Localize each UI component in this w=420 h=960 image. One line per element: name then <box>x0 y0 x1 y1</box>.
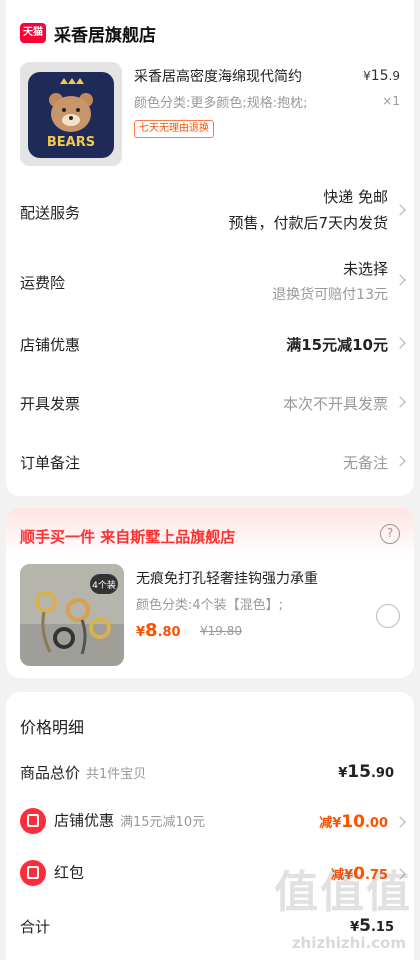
price-int: 15 <box>370 68 389 84</box>
shop-discount-amount: 减¥10.00 <box>319 812 388 832</box>
return-policy-tag: 七天无理由退换 <box>134 120 214 138</box>
amount-dec: .90 <box>370 766 394 781</box>
shop-header[interactable]: 天猫 采香居旗舰店 <box>20 20 156 46</box>
invoice-label: 开具发票 <box>20 395 81 413</box>
order-note-row[interactable]: 订单备注 无备注 <box>6 452 414 482</box>
price-symbol: ¥ <box>136 625 146 640</box>
price-detail-title: 价格明细 <box>20 718 85 737</box>
amount-dec: .00 <box>364 816 388 831</box>
insurance-status: 未选择 <box>342 260 388 278</box>
goods-total-text: 商品总价 <box>20 764 81 782</box>
goods-total-label: 商品总价 共1件宝贝 <box>20 762 146 783</box>
delivery-method: 快递 免邮 <box>323 188 388 206</box>
shop-discount-value: 满15元减10元 <box>286 336 388 354</box>
site-watermark: 值值值 <box>274 867 412 918</box>
product-spec[interactable]: 颜色分类:更多颜色;规格:抱枕; <box>134 92 349 111</box>
shop-discount-row[interactable]: 店铺优惠 满15元减10元 <box>6 334 414 364</box>
chevron-right-icon <box>394 274 406 286</box>
chevron-right-icon <box>394 337 406 349</box>
pillow-print-text: BEARS <box>47 135 95 150</box>
delivery-label: 配送服务 <box>20 204 81 222</box>
goods-total-count: 共1件宝贝 <box>86 767 147 782</box>
invoice-value: 本次不开具发票 <box>282 395 388 413</box>
help-icon[interactable]: ? <box>380 524 400 544</box>
add-on-original-price: ¥19.80 <box>200 624 242 638</box>
site-watermark-url: zhizhizhi.com <box>291 934 406 952</box>
shop-discount-detail-rule: 满15元减10元 <box>120 814 206 830</box>
shop-name[interactable]: 采香居旗舰店 <box>54 21 156 46</box>
chevron-right-icon <box>394 455 406 467</box>
shipping-insurance-row[interactable]: 运费险 未选择 退换货可赔付13元 <box>6 258 414 306</box>
order-note-value: 无备注 <box>342 454 388 472</box>
amount-symbol: ¥ <box>332 816 342 831</box>
product-price: ¥15.9 <box>363 68 400 84</box>
shop-icon <box>20 808 46 834</box>
product-qty: ×1 <box>382 94 400 108</box>
amount-int: 10 <box>341 812 365 832</box>
amount-symbol: ¥ <box>350 920 360 935</box>
shop-discount-detail-row[interactable]: 店铺优惠 满15元减10元 减¥10.00 <box>6 808 414 836</box>
add-on-deal-card: 顺手买一件 来自斯墅上品旗舰店 ? 4个装 无痕免打孔轻奢挂钩强力承重 颜色分类… <box>6 508 414 678</box>
pack-count-badge: 4个装 <box>92 579 116 591</box>
add-on-price: ¥8.80 <box>136 620 181 641</box>
price-dec: .80 <box>157 625 181 640</box>
chevron-right-icon <box>394 816 406 828</box>
goods-total-row: 商品总价 共1件宝贝 ¥15.90 <box>6 762 414 790</box>
delivery-row[interactable]: 配送服务 快递 免邮 预售，付款后7天内发货 <box>6 186 414 236</box>
amount-symbol: ¥ <box>338 766 348 781</box>
delivery-time: 预售，付款后7天内发货 <box>228 214 388 232</box>
shop-order-card: 天猫 采香居旗舰店 BEARS 采香居高密度海绵现代简约 ¥15.9 颜色分类:… <box>6 0 414 496</box>
price-dec: .9 <box>388 69 400 83</box>
add-on-select-radio[interactable] <box>376 604 400 628</box>
chevron-right-icon <box>394 204 406 216</box>
price-int: 8 <box>145 620 158 641</box>
order-note-label: 订单备注 <box>20 454 81 472</box>
add-on-product-image[interactable]: 4个装 <box>20 564 124 666</box>
shop-discount-detail-label: 店铺优惠 满15元减10元 <box>20 808 205 834</box>
shop-discount-detail-text: 店铺优惠 <box>54 811 115 830</box>
shop-discount-label: 店铺优惠 <box>20 336 81 354</box>
add-on-product-spec[interactable]: 颜色分类:4个装【混色】; <box>136 594 283 613</box>
goods-total-amount: ¥15.90 <box>338 762 394 782</box>
order-sum-label: 合计 <box>20 918 51 936</box>
amount-int: 15 <box>347 762 371 782</box>
insurance-label: 运费险 <box>20 274 66 292</box>
chevron-right-icon <box>394 396 406 408</box>
invoice-row[interactable]: 开具发票 本次不开具发票 <box>6 393 414 423</box>
bear-pillow-illustration: BEARS <box>20 62 122 166</box>
tmall-badge: 天猫 <box>20 23 46 43</box>
insurance-desc: 退换货可赔付13元 <box>272 287 388 303</box>
red-packet-label: 红包 <box>20 860 84 886</box>
amount-prefix: 减 <box>319 816 333 831</box>
add-on-deal-title: 顺手买一件 来自斯墅上品旗舰店 <box>20 528 236 546</box>
product-image[interactable]: BEARS <box>20 62 122 166</box>
price-symbol: ¥ <box>363 69 371 83</box>
product-title[interactable]: 采香居高密度海绵现代简约 <box>134 66 354 86</box>
add-on-product-name[interactable]: 无痕免打孔轻奢挂钩强力承重 <box>136 568 318 588</box>
hooks-illustration: 4个装 <box>20 564 124 666</box>
amount-dec: .15 <box>370 920 394 935</box>
red-packet-icon <box>20 860 46 886</box>
red-packet-text: 红包 <box>54 863 85 882</box>
